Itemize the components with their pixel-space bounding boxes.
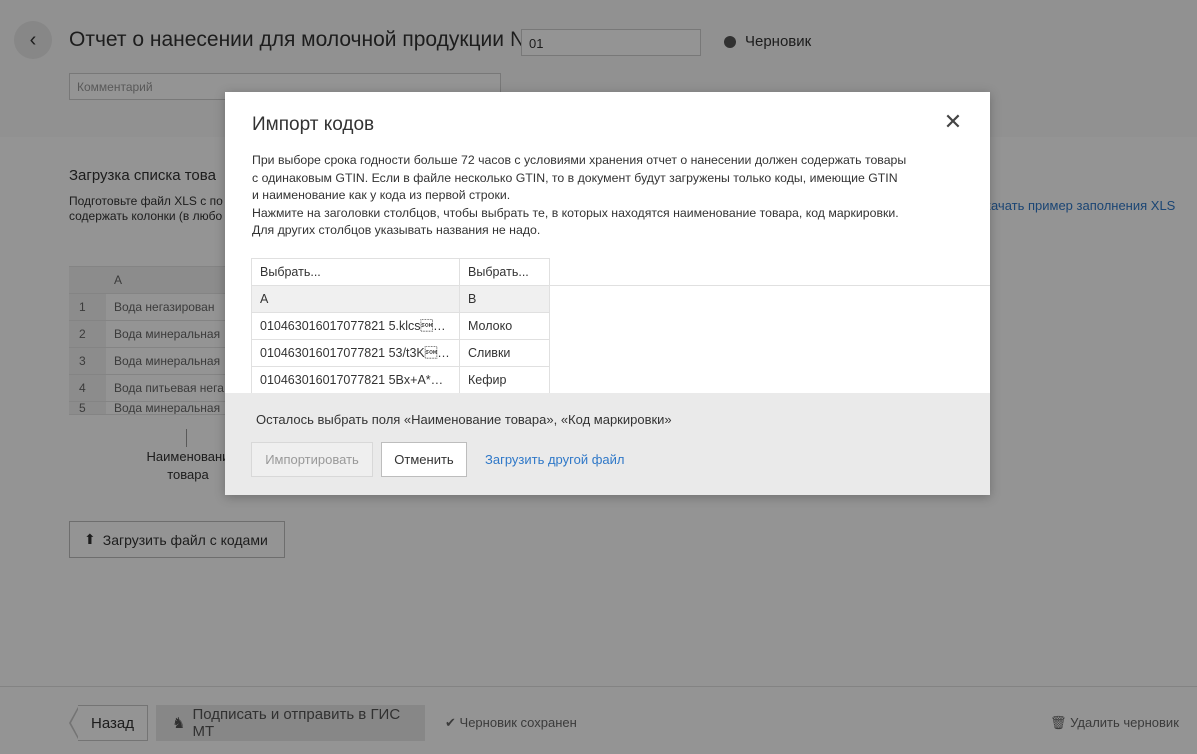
column-select-b[interactable]: Выбрать... xyxy=(459,258,550,286)
table-row: 010463016017077821 5Bx+A*9... Кефир xyxy=(251,366,550,394)
column-letter-a: A xyxy=(251,285,460,313)
remaining-fields-message: Осталось выбрать поля «Наименование това… xyxy=(256,412,672,427)
column-letter-b: B xyxy=(459,285,550,313)
upload-other-file-link[interactable]: Загрузить другой файл xyxy=(485,452,624,467)
modal-title: Импорт кодов xyxy=(252,114,375,135)
table-row: 010463016017077821 53/t3K93... Сливки xyxy=(251,339,550,367)
instruction-line: Нажмите на заголовки столбцов, чтобы выб… xyxy=(252,205,899,220)
column-select-row: Выбрать... Выбрать... xyxy=(251,258,550,286)
instruction-line: Для других столбцов указывать названия н… xyxy=(252,223,541,238)
column-letter-row: A B xyxy=(251,285,550,313)
modal-instructions: При выборе срока годности больше 72 часо… xyxy=(252,152,952,240)
instruction-line: При выборе срока годности больше 72 часо… xyxy=(252,153,907,167)
import-preview-table: Выбрать... Выбрать... A B 01046301601707… xyxy=(251,258,550,394)
code-cell: 010463016017077821 5Bx+A*9... xyxy=(260,373,451,387)
modal-footer: Осталось выбрать поля «Наименование това… xyxy=(225,393,990,495)
instruction-line: с одинаковым GTIN. Если в файле нескольк… xyxy=(252,170,898,185)
import-button[interactable]: Импортировать xyxy=(251,442,373,477)
cancel-button[interactable]: Отменить xyxy=(381,442,467,477)
product-name-cell: Молоко xyxy=(459,312,550,340)
column-select-a[interactable]: Выбрать... xyxy=(251,258,460,286)
instruction-line: и наименование как у кода из первой стро… xyxy=(252,188,511,203)
table-row: 010463016017077821 5.klcs93d... Молоко xyxy=(251,312,550,340)
product-name-cell: Сливки xyxy=(459,339,550,367)
import-codes-modal: Импорт кодов ✕ При выборе срока годности… xyxy=(225,92,990,495)
code-cell: 010463016017077821 5.klcs93d... xyxy=(260,319,451,333)
product-name-cell: Кефир xyxy=(459,366,550,394)
close-icon[interactable]: ✕ xyxy=(941,110,965,134)
code-cell: 010463016017077821 53/t3K93... xyxy=(260,346,451,360)
